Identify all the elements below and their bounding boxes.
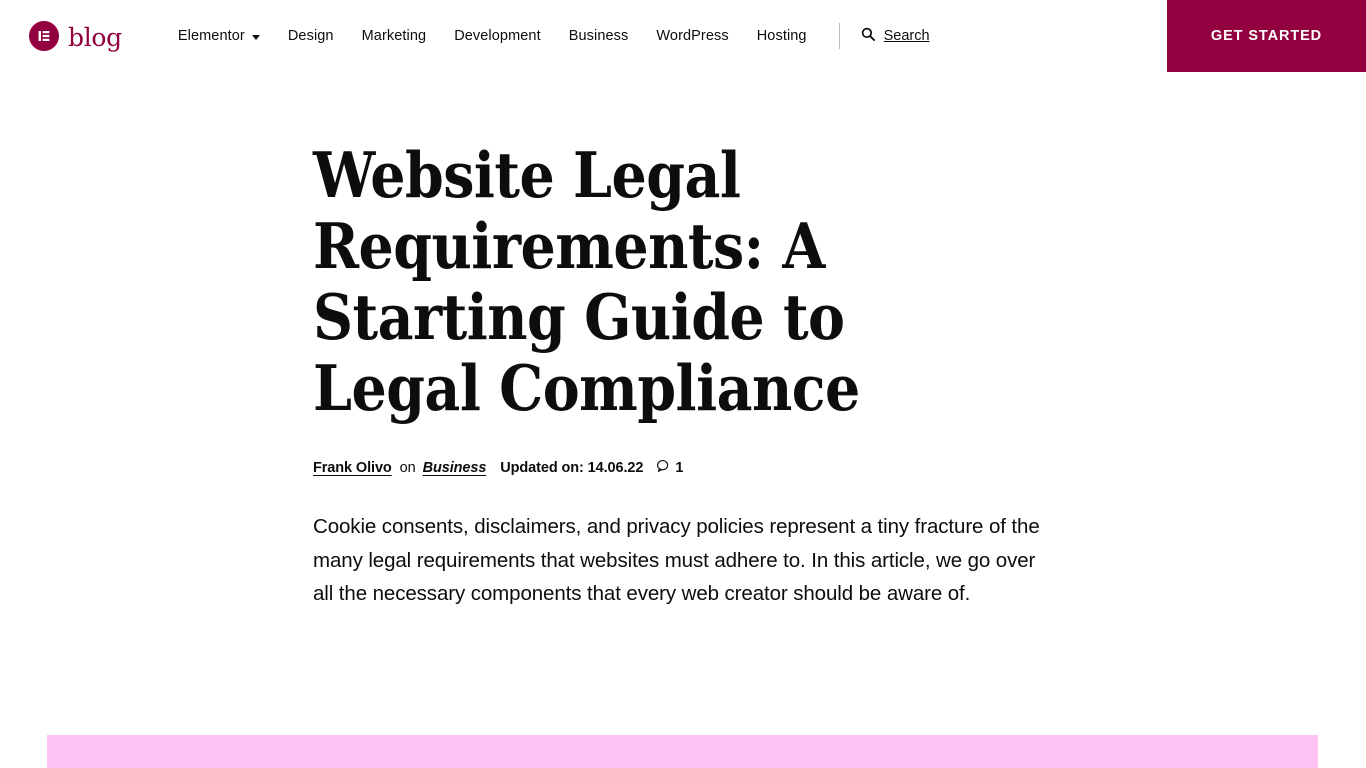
- page-root: blog Elementor Design Marketing Developm…: [0, 0, 1366, 768]
- nav-item-marketing[interactable]: Marketing: [348, 0, 441, 72]
- post-category-link[interactable]: Business: [423, 460, 487, 476]
- search-icon: [861, 27, 875, 45]
- chevron-down-icon: [251, 34, 260, 40]
- nav-item-label: Marketing: [361, 28, 427, 44]
- comment-bubble-icon: [656, 459, 670, 477]
- primary-navigation: Elementor Design Marketing Development B…: [164, 0, 940, 72]
- nav-divider: [838, 23, 840, 49]
- post-meta: Frank Olivo on Business Updated on: 14.0…: [313, 459, 1053, 477]
- nav-item-business[interactable]: Business: [555, 0, 643, 72]
- nav-item-label: Development: [454, 28, 541, 44]
- search-trigger[interactable]: Search: [851, 0, 940, 72]
- nav-item-elementor[interactable]: Elementor: [164, 0, 274, 72]
- site-logo-text: blog: [68, 22, 122, 52]
- nav-item-label: Business: [568, 28, 629, 44]
- post-updated-date: Updated on: 14.06.22: [500, 460, 644, 476]
- post-author-link[interactable]: Frank Olivo: [313, 460, 392, 476]
- search-label: Search: [883, 28, 930, 44]
- nav-item-label: Design: [287, 28, 334, 44]
- nav-item-label: Hosting: [756, 28, 807, 44]
- nav-item-hosting[interactable]: Hosting: [743, 0, 821, 72]
- nav-item-development[interactable]: Development: [440, 0, 555, 72]
- post-comment-count[interactable]: 1: [656, 459, 683, 477]
- site-header: blog Elementor Design Marketing Developm…: [0, 0, 1366, 72]
- nav-item-design[interactable]: Design: [274, 0, 348, 72]
- get-started-button[interactable]: GET STARTED: [1167, 0, 1366, 72]
- nav-item-label: WordPress: [656, 28, 729, 44]
- nav-item-label: Elementor: [177, 28, 245, 44]
- nav-item-wordpress[interactable]: WordPress: [642, 0, 742, 72]
- feature-banner: [47, 735, 1318, 768]
- elementor-logo-icon: [29, 21, 59, 51]
- comment-count-value: 1: [675, 460, 684, 476]
- article-header: Website Legal Requirements: A Starting G…: [313, 140, 1053, 611]
- post-excerpt: Cookie consents, disclaimers, and privac…: [313, 515, 1040, 606]
- page-title: Website Legal Requirements: A Starting G…: [313, 138, 860, 425]
- post-meta-preposition: on: [399, 460, 416, 476]
- site-logo-link[interactable]: blog: [29, 21, 122, 51]
